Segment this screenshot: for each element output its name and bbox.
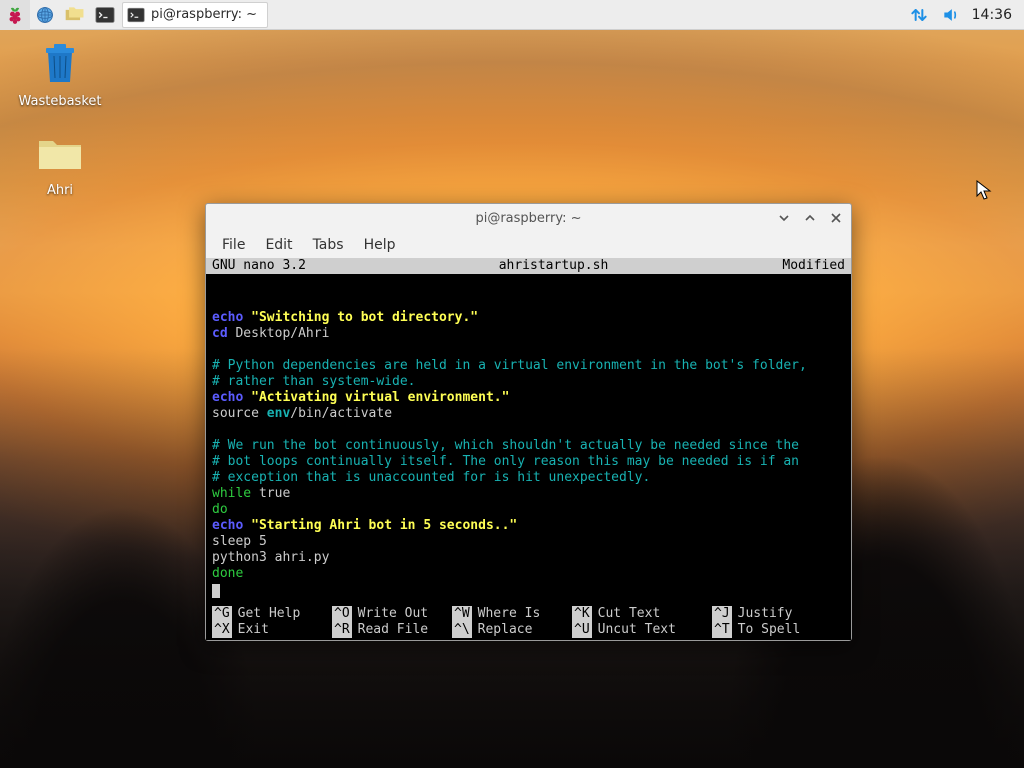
window-controls <box>775 209 845 227</box>
nano-shortcut: ^\Replace <box>452 622 572 638</box>
terminal-launcher[interactable] <box>90 0 120 30</box>
sh-keyword: cd <box>212 326 228 341</box>
sh-keyword: echo <box>212 390 243 405</box>
nano-shortcut: ^RRead File <box>332 622 452 638</box>
nano-body[interactable]: echo "Switching to bot directory." cd De… <box>206 274 851 614</box>
taskbar: pi@raspberry: ~ 14:36 <box>0 0 1024 30</box>
sh-text: Desktop/Ahri <box>228 326 330 341</box>
sh-string: "Switching to bot directory." <box>243 310 478 325</box>
sh-keyword: while <box>212 486 251 501</box>
mouse-cursor <box>976 180 992 202</box>
menu-edit[interactable]: Edit <box>257 235 300 255</box>
taskbar-clock[interactable]: 14:36 <box>972 7 1012 23</box>
sh-text: sleep 5 <box>212 534 267 549</box>
volume-indicator[interactable] <box>940 4 962 26</box>
sh-comment: # Python dependencies are held in a virt… <box>212 358 807 373</box>
terminal-viewport[interactable]: GNU nano 3.2 ahristartup.sh Modified ech… <box>206 258 851 640</box>
sh-text: /bin/activate <box>290 406 392 421</box>
window-title: pi@raspberry: ~ <box>206 211 851 226</box>
nano-shortcut: ^KCut Text <box>572 606 712 622</box>
chevron-down-icon <box>778 212 790 224</box>
folder-icon <box>36 129 84 177</box>
sh-comment: # rather than system-wide. <box>212 374 416 389</box>
nano-cursor <box>212 584 220 598</box>
trash-icon <box>36 40 84 88</box>
menu-help[interactable]: Help <box>356 235 404 255</box>
sh-comment: # We run the bot continuously, which sho… <box>212 438 799 453</box>
nano-shortcut: ^UUncut Text <box>572 622 712 638</box>
sh-text: python3 ahri.py <box>212 550 329 565</box>
sh-text: true <box>251 486 290 501</box>
terminal-menubar: File Edit Tabs Help <box>206 232 851 258</box>
wastebasket-icon[interactable]: Wastebasket <box>10 40 110 109</box>
terminal-window: pi@raspberry: ~ File Edit Tabs Help GNU … <box>205 203 852 641</box>
taskbar-window-button[interactable]: pi@raspberry: ~ <box>122 2 268 28</box>
desktop-icon-label: Wastebasket <box>10 94 110 109</box>
taskbar-launchers <box>0 0 120 29</box>
sh-comment: # exception that is unaccounted for is h… <box>212 470 650 485</box>
sh-var: env <box>267 406 290 421</box>
sh-string: "Activating virtual environment." <box>243 390 509 405</box>
nano-shortcut: ^TTo Spell <box>712 622 832 638</box>
nano-footer-row: ^XExit ^RRead File ^\Replace ^UUncut Tex… <box>212 622 845 638</box>
network-updown-icon <box>909 5 929 25</box>
nano-shortcut: ^GGet Help <box>212 606 332 622</box>
desktop-icons: Wastebasket Ahri <box>10 40 110 218</box>
nano-filename: ahristartup.sh <box>372 258 735 274</box>
desktop-icon-label: Ahri <box>10 183 110 198</box>
chevron-up-icon <box>804 212 816 224</box>
menu-tabs[interactable]: Tabs <box>305 235 352 255</box>
window-titlebar[interactable]: pi@raspberry: ~ <box>206 204 851 232</box>
taskbar-window-label: pi@raspberry: ~ <box>151 7 257 22</box>
menu-file[interactable]: File <box>214 235 253 255</box>
sh-string: "Starting Ahri bot in 5 seconds.." <box>243 518 517 533</box>
menu-button[interactable] <box>0 0 30 30</box>
folder-ahri-icon[interactable]: Ahri <box>10 129 110 198</box>
close-icon <box>830 212 842 224</box>
nano-footer: ^GGet Help ^OWrite Out ^WWhere Is ^KCut … <box>206 606 851 640</box>
maximize-button[interactable] <box>801 209 819 227</box>
volume-icon <box>941 5 961 25</box>
sh-comment: # bot loops continually itself. The only… <box>212 454 799 469</box>
raspberry-icon <box>5 5 25 25</box>
nano-shortcut: ^XExit <box>212 622 332 638</box>
terminal-icon <box>95 6 115 24</box>
globe-icon <box>35 5 55 25</box>
folders-icon <box>64 5 86 25</box>
terminal-icon <box>127 7 145 23</box>
sh-keyword: echo <box>212 310 243 325</box>
sh-keyword: done <box>212 566 243 581</box>
nano-status: Modified <box>735 258 845 274</box>
nano-version: GNU nano 3.2 <box>212 258 372 274</box>
nano-shortcut: ^OWrite Out <box>332 606 452 622</box>
minimize-button[interactable] <box>775 209 793 227</box>
close-button[interactable] <box>827 209 845 227</box>
nano-shortcut: ^WWhere Is <box>452 606 572 622</box>
sh-text: source <box>212 406 267 421</box>
web-browser-launcher[interactable] <box>30 0 60 30</box>
file-manager-launcher[interactable] <box>60 0 90 30</box>
nano-footer-row: ^GGet Help ^OWrite Out ^WWhere Is ^KCut … <box>212 606 845 622</box>
sh-keyword: echo <box>212 518 243 533</box>
nano-shortcut: ^JJustify <box>712 606 832 622</box>
nano-header: GNU nano 3.2 ahristartup.sh Modified <box>206 258 851 274</box>
system-tray: 14:36 <box>908 4 1024 26</box>
sh-keyword: do <box>212 502 228 517</box>
network-indicator[interactable] <box>908 4 930 26</box>
